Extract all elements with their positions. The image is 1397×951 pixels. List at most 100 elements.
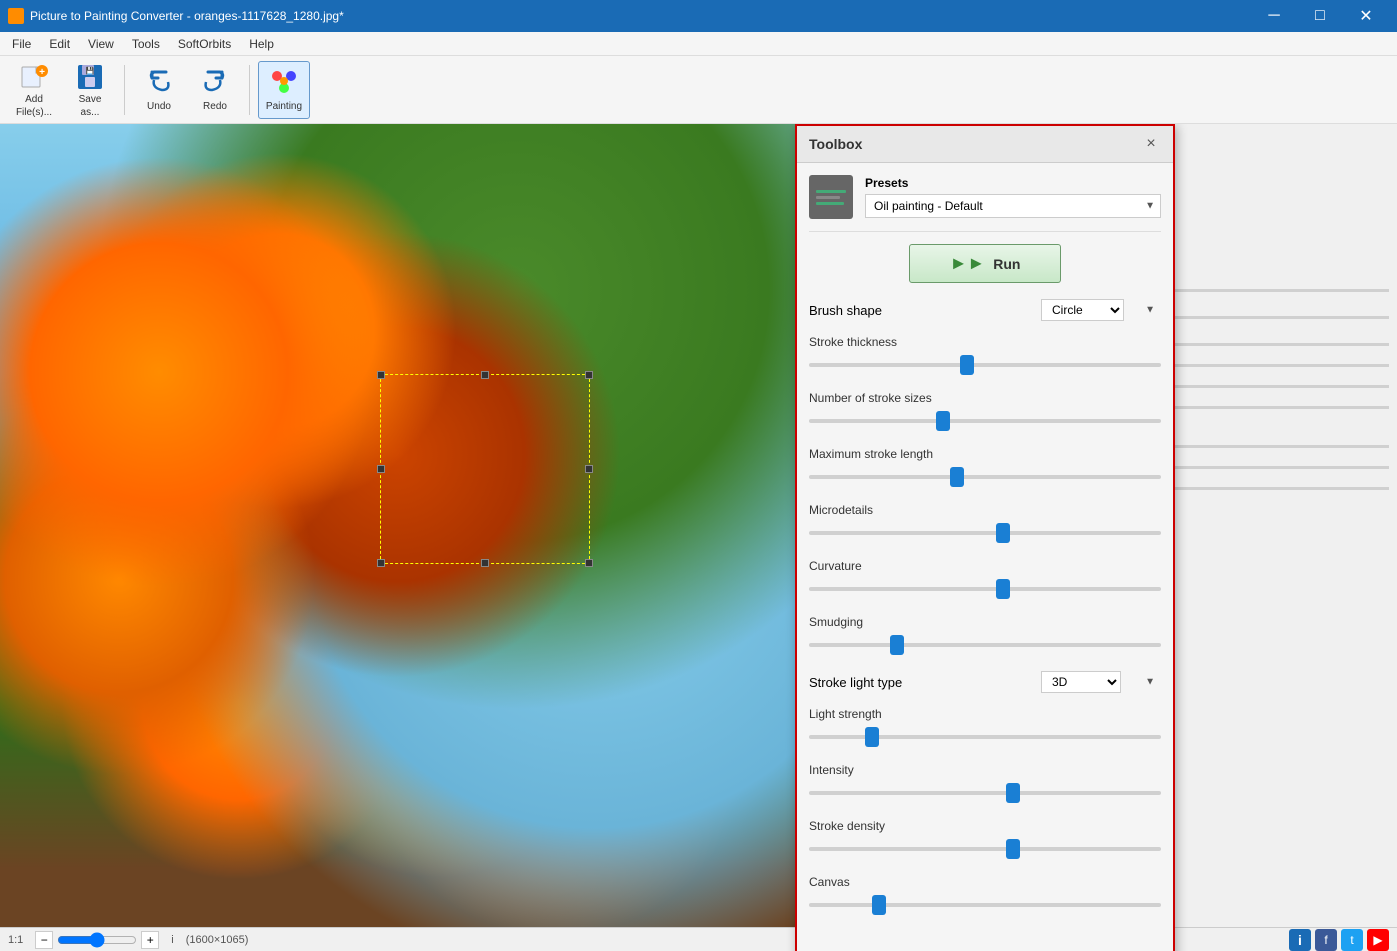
stroke-density-thumb[interactable] (1006, 839, 1020, 859)
smudging-slider[interactable] (809, 633, 1161, 657)
zoom-in-button[interactable]: + (141, 931, 159, 949)
add-file-icon: + (18, 62, 50, 92)
canvas-slider[interactable] (809, 893, 1161, 917)
microdetails-thumb[interactable] (996, 523, 1010, 543)
stroke-density-label: Stroke density (809, 819, 1161, 833)
brush-shape-dropdown[interactable]: Circle Square Diamond (1041, 299, 1124, 321)
curvature-thumb[interactable] (996, 579, 1010, 599)
num-stroke-sizes-track (809, 419, 1161, 423)
save-label1: Save (79, 94, 102, 105)
preset-dropdown-wrapper: Oil painting - Default Oil painting - Vi… (865, 194, 1161, 218)
light-strength-thumb[interactable] (865, 727, 879, 747)
stroke-light-type-wrapper: 3D Flat Emboss ▼ (1041, 671, 1161, 693)
facebook-icon[interactable]: f (1315, 929, 1337, 951)
add-file-label1: Add (25, 94, 43, 105)
light-strength-label: Light strength (809, 707, 1161, 721)
handle-mid-left[interactable] (377, 465, 385, 473)
undo-icon (143, 67, 175, 99)
smudging-thumb[interactable] (890, 635, 904, 655)
title-bar-text: Picture to Painting Converter - oranges-… (30, 9, 344, 23)
num-stroke-sizes-thumb[interactable] (936, 411, 950, 431)
preset-dropdown[interactable]: Oil painting - Default Oil painting - Vi… (865, 194, 1161, 218)
undo-label: Undo (147, 101, 171, 112)
stroke-light-type-dropdown[interactable]: 3D Flat Emboss (1041, 671, 1121, 693)
redo-button[interactable]: Redo (189, 61, 241, 119)
painting-label: Painting (266, 101, 302, 112)
curvature-slider[interactable] (809, 577, 1161, 601)
intensity-control: Intensity (809, 763, 1161, 805)
preset-line-2 (816, 196, 840, 199)
handle-top-right[interactable] (585, 371, 593, 379)
light-strength-slider[interactable] (809, 725, 1161, 749)
handle-top-mid[interactable] (481, 371, 489, 379)
preset-line-3 (816, 202, 844, 205)
handle-bottom-mid[interactable] (481, 559, 489, 567)
close-button[interactable]: ✕ (1343, 0, 1389, 32)
toolbox-close-button[interactable]: × (1141, 134, 1161, 154)
stroke-thickness-thumb[interactable] (960, 355, 974, 375)
max-stroke-length-label: Maximum stroke length (809, 447, 1161, 461)
brush-shape-label: Brush shape (809, 303, 882, 318)
social-icons: i f t ▶ (1289, 929, 1389, 951)
painting-button[interactable]: Painting (258, 61, 310, 119)
stroke-thickness-label: Stroke thickness (809, 335, 1161, 349)
selection-rectangle[interactable] (380, 374, 590, 564)
num-stroke-sizes-slider[interactable] (809, 409, 1161, 433)
redo-icon (199, 67, 231, 99)
menu-help[interactable]: Help (241, 35, 282, 53)
twitter-icon[interactable]: t (1341, 929, 1363, 951)
stroke-light-type-control: Stroke light type 3D Flat Emboss ▼ (809, 671, 1161, 693)
youtube-icon[interactable]: ▶ (1367, 929, 1389, 951)
smudging-control: Smudging (809, 615, 1161, 657)
handle-top-left[interactable] (377, 371, 385, 379)
toolbox-body[interactable]: Presets Oil painting - Default Oil paint… (797, 163, 1173, 951)
coords: (1600×1065) (186, 934, 249, 946)
handle-bottom-left[interactable] (377, 559, 385, 567)
max-stroke-length-slider[interactable] (809, 465, 1161, 489)
menu-softorbits[interactable]: SoftOrbits (170, 35, 239, 53)
light-strength-track (809, 735, 1161, 739)
intensity-slider[interactable] (809, 781, 1161, 805)
status-bar: 1:1 − + i (1600×1065) i f t ▶ (0, 927, 1397, 951)
toolbox-title: Toolbox (809, 136, 862, 152)
menu-edit[interactable]: Edit (41, 35, 78, 53)
intensity-thumb[interactable] (1006, 783, 1020, 803)
painting-icon (268, 67, 300, 99)
max-stroke-length-track (809, 475, 1161, 479)
handle-mid-right[interactable] (585, 465, 593, 473)
menu-file[interactable]: File (4, 35, 39, 53)
stroke-thickness-slider[interactable] (809, 353, 1161, 377)
app-icon (8, 8, 24, 24)
undo-button[interactable]: Undo (133, 61, 185, 119)
toolbox-header: Toolbox × (797, 126, 1173, 163)
brush-shape-arrow-icon: ▼ (1145, 305, 1155, 316)
max-stroke-length-control: Maximum stroke length (809, 447, 1161, 489)
minimize-button[interactable]: ─ (1251, 0, 1297, 32)
intensity-track (809, 791, 1161, 795)
microdetails-control: Microdetails (809, 503, 1161, 545)
zoom-out-button[interactable]: − (35, 931, 53, 949)
stroke-density-control: Stroke density (809, 819, 1161, 861)
canvas-label: Canvas (809, 875, 1161, 889)
canvas-area[interactable] (0, 124, 795, 951)
canvas-thumb[interactable] (872, 895, 886, 915)
handle-bottom-right[interactable] (585, 559, 593, 567)
intensity-label: Intensity (809, 763, 1161, 777)
zoom-slider[interactable] (57, 932, 137, 948)
max-stroke-length-thumb[interactable] (950, 467, 964, 487)
save-as-button[interactable]: 💾 Save as... (64, 61, 116, 119)
run-button[interactable]: ►► Run (909, 244, 1062, 283)
stroke-density-slider[interactable] (809, 837, 1161, 861)
title-bar-left: Picture to Painting Converter - oranges-… (8, 8, 344, 24)
maximize-button[interactable]: □ (1297, 0, 1343, 32)
stroke-thickness-control: Stroke thickness (809, 335, 1161, 377)
add-file-button[interactable]: + Add File(s)... (8, 61, 60, 119)
canvas-control: Canvas (809, 875, 1161, 917)
menu-view[interactable]: View (80, 35, 122, 53)
stroke-density-track (809, 847, 1161, 851)
info-icon[interactable]: i (1289, 929, 1311, 951)
num-stroke-sizes-control: Number of stroke sizes (809, 391, 1161, 433)
menu-tools[interactable]: Tools (124, 35, 168, 53)
run-section: ►► Run (809, 244, 1161, 283)
microdetails-slider[interactable] (809, 521, 1161, 545)
